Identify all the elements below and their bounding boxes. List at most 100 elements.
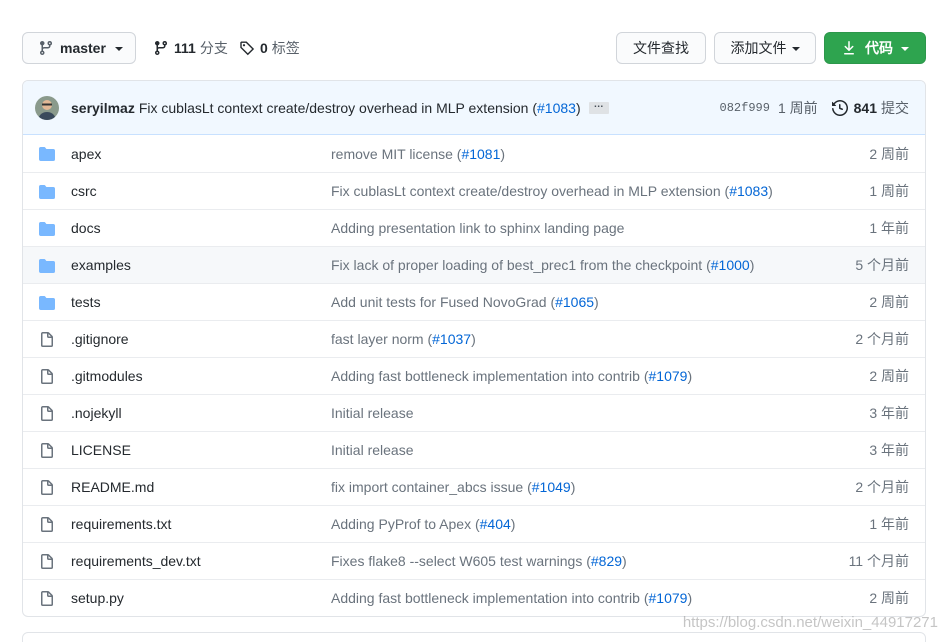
file-row[interactable]: apex remove MIT license (#1081) 2 周前 xyxy=(23,135,925,172)
commit-author[interactable]: seryilmaz xyxy=(71,100,135,116)
file-name-link[interactable]: setup.py xyxy=(71,590,124,606)
file-commit-text: fix import container_abcs issue ( xyxy=(331,479,532,495)
file-name-link[interactable]: requirements.txt xyxy=(71,516,171,532)
file-name-link[interactable]: .gitmodules xyxy=(71,368,143,384)
file-row[interactable]: requirements_dev.txt Fixes flake8 --selec… xyxy=(23,542,925,579)
file-row[interactable]: .gitignore fast layer norm (#1037) 2 个月前 xyxy=(23,320,925,357)
chevron-down-icon xyxy=(901,47,909,51)
file-row[interactable]: requirements.txt Adding PyProf to Apex (#… xyxy=(23,505,925,542)
file-row[interactable]: tests Add unit tests for Fused NovoGrad (… xyxy=(23,283,925,320)
file-commit-text: Fix cublasLt context create/destroy over… xyxy=(331,183,730,199)
file-commit-message[interactable]: fix import container_abcs issue (#1049) xyxy=(331,479,575,495)
file-row[interactable]: docs Adding presentation link to sphinx l… xyxy=(23,209,925,246)
file-commit-message[interactable]: Fix cublasLt context create/destroy over… xyxy=(331,183,773,199)
find-file-label: 文件查找 xyxy=(633,40,689,56)
file-row[interactable]: README.md fix import container_abcs issue… xyxy=(23,468,925,505)
git-branch-icon xyxy=(38,40,54,56)
file-commit-text: Add unit tests for Fused NovoGrad ( xyxy=(331,294,556,310)
file-commit-pr-link[interactable]: #1049 xyxy=(532,479,571,495)
file-commit-text-end: ) xyxy=(687,590,693,606)
commit-sha[interactable]: 082f999 xyxy=(720,101,770,115)
file-row[interactable]: LICENSE Initial release 3 年前 xyxy=(23,431,925,468)
file-icon xyxy=(39,554,55,570)
file-commit-pr-link[interactable]: #1083 xyxy=(729,183,768,199)
file-commit-pr-link[interactable]: #829 xyxy=(591,553,622,569)
commit-message[interactable]: Fix cublasLt context create/destroy over… xyxy=(139,100,581,116)
file-commit-age: 2 个月前 xyxy=(855,479,909,495)
file-icon xyxy=(39,480,55,496)
file-commit-text: Fixes flake8 --select W605 test warnings… xyxy=(331,553,591,569)
file-commit-age: 11 个月前 xyxy=(848,553,909,569)
branches-label: 分支 xyxy=(199,40,228,56)
file-commit-message[interactable]: Initial release xyxy=(331,405,414,421)
file-commit-age: 1 年前 xyxy=(869,516,909,532)
tags-link[interactable]: 0 标签 xyxy=(239,32,300,64)
file-commit-message[interactable]: Adding fast bottleneck implementation in… xyxy=(331,368,692,384)
file-commit-message[interactable]: fast layer norm (#1037) xyxy=(331,331,476,347)
file-commit-message[interactable]: Adding fast bottleneck implementation in… xyxy=(331,590,692,606)
find-file-button[interactable]: 文件查找 xyxy=(616,32,706,64)
file-commit-message[interactable]: remove MIT license (#1081) xyxy=(331,146,505,162)
folder-icon xyxy=(39,221,55,237)
file-commit-pr-link[interactable]: #1037 xyxy=(432,331,471,347)
avatar[interactable] xyxy=(35,95,59,120)
file-row[interactable]: setup.py Adding fast bottleneck implement… xyxy=(23,579,925,616)
file-name-link[interactable]: csrc xyxy=(71,183,97,199)
file-commit-age: 2 周前 xyxy=(869,368,909,384)
file-name-link[interactable]: .nojekyll xyxy=(71,405,122,421)
file-commit-pr-link[interactable]: #404 xyxy=(480,516,511,532)
file-commit-text: Adding PyProf to Apex ( xyxy=(331,516,480,532)
commit-history-link[interactable]: 841 提交 xyxy=(831,98,909,118)
file-commit-text-end: ) xyxy=(510,516,516,532)
file-commit-text-end: ) xyxy=(768,183,773,199)
repo-toolbar: master 111 分支 0 标签 文件查找 添加文件 代码 xyxy=(22,32,926,64)
file-name-link[interactable]: requirements_dev.txt xyxy=(71,553,201,569)
file-commit-pr-link[interactable]: #1065 xyxy=(555,294,594,310)
file-commit-age: 5 个月前 xyxy=(855,257,909,273)
expand-message-button[interactable]: … xyxy=(588,99,609,114)
file-list: apex remove MIT license (#1081) 2 周前 csrc Fi… xyxy=(23,135,925,616)
branches-count: 111 xyxy=(174,40,196,56)
commit-pr-link[interactable]: #1083 xyxy=(537,100,576,116)
file-row[interactable]: csrc Fix cublasLt context create/destroy … xyxy=(23,172,925,209)
branches-link[interactable]: 111 分支 xyxy=(153,32,228,64)
file-name-link[interactable]: docs xyxy=(71,220,101,236)
file-name-link[interactable]: examples xyxy=(71,257,131,273)
file-row[interactable]: examples Fix lack of proper loading of be… xyxy=(23,246,925,283)
file-commit-pr-link[interactable]: #1079 xyxy=(649,590,688,606)
branch-select-button[interactable]: master xyxy=(22,32,136,64)
file-commit-message[interactable]: Adding presentation link to sphinx landi… xyxy=(331,220,624,236)
file-name-link[interactable]: .gitignore xyxy=(71,331,129,347)
code-button[interactable]: 代码 xyxy=(824,32,926,64)
file-commit-message[interactable]: Fix lack of proper loading of best_prec1… xyxy=(331,257,754,273)
file-commit-text-end: ) xyxy=(570,479,576,495)
file-name-link[interactable]: LICENSE xyxy=(71,442,131,458)
file-commit-age: 3 年前 xyxy=(869,442,909,458)
add-file-button[interactable]: 添加文件 xyxy=(714,32,816,64)
file-commit-age: 1 年前 xyxy=(869,220,909,236)
file-commit-message[interactable]: Adding PyProf to Apex (#404) xyxy=(331,516,515,532)
file-commit-message[interactable]: Add unit tests for Fused NovoGrad (#1065… xyxy=(331,294,599,310)
file-commit-pr-link[interactable]: #1000 xyxy=(711,257,750,273)
file-row[interactable]: .nojekyll Initial release 3 年前 xyxy=(23,394,925,431)
file-name-link[interactable]: README.md xyxy=(71,479,154,495)
file-commit-text: Initial release xyxy=(331,442,414,458)
file-commit-message[interactable]: Initial release xyxy=(331,442,414,458)
commit-details: 082f999 1 周前 841 提交 xyxy=(720,81,909,135)
file-commit-text: Fix lack of proper loading of best_prec1… xyxy=(331,257,711,273)
file-icon xyxy=(39,591,55,607)
file-row[interactable]: .gitmodules Adding fast bottleneck implem… xyxy=(23,357,925,394)
file-commit-text: Initial release xyxy=(331,405,414,421)
tags-count: 0 xyxy=(260,40,268,56)
file-name-link[interactable]: tests xyxy=(71,294,101,310)
commit-count-label: 提交 xyxy=(881,100,909,116)
file-name-link[interactable]: apex xyxy=(71,146,101,162)
file-commit-age: 2 个月前 xyxy=(855,331,909,347)
latest-commit-bar: seryilmaz Fix cublasLt context create/de… xyxy=(23,81,925,135)
file-commit-text-end: ) xyxy=(594,294,599,310)
file-commit-message[interactable]: Fixes flake8 --select W605 test warnings… xyxy=(331,553,627,569)
file-commit-text: Adding fast bottleneck implementation in… xyxy=(331,368,649,384)
file-commit-pr-link[interactable]: #1079 xyxy=(649,368,688,384)
file-commit-pr-link[interactable]: #1081 xyxy=(461,146,500,162)
commit-time: 1 周前 xyxy=(777,100,818,116)
